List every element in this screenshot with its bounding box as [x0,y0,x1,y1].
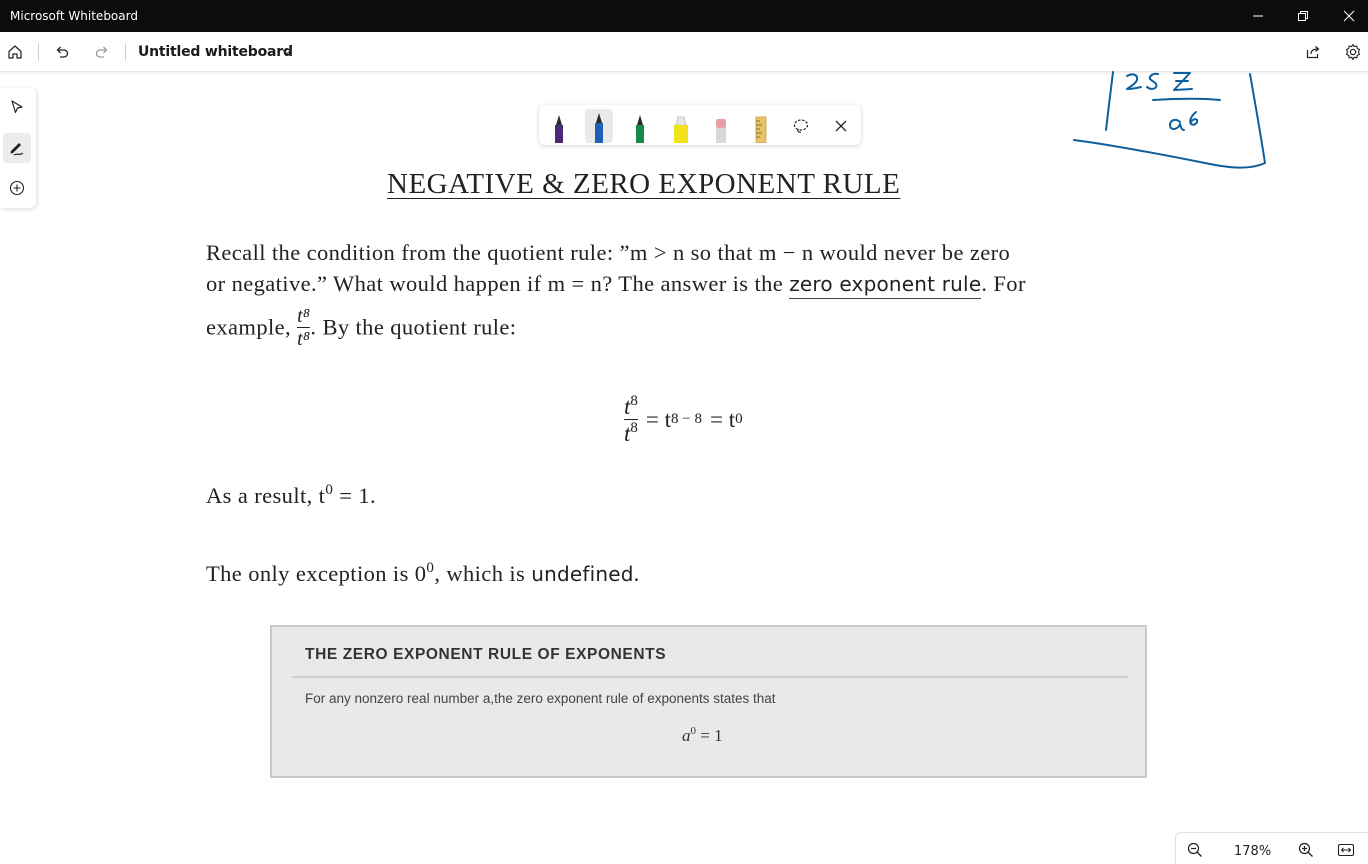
line3-end: . By the quotient rule: [310,314,517,340]
eq-denominator-exp: 8 [630,420,638,436]
quotient-equation: t8 t8 = t8 − 8 = t0 [624,394,743,445]
green-pen-icon [636,115,644,143]
line3-text: example, [206,314,292,340]
close-icon [835,120,847,132]
undefined-term: undefined [531,562,634,586]
rule-eq-base: a [682,726,691,745]
ruler-button[interactable] [747,109,775,143]
lasso-icon [793,119,809,133]
ink-annotation[interactable] [1060,68,1275,178]
rule-eq-rest: = 1 [696,726,723,745]
eraser-icon [716,119,726,143]
purple-pen-button[interactable] [545,109,573,143]
blue-pen-button[interactable] [585,109,613,143]
eq-middle-exp: 8 − 8 [671,411,702,427]
exception-text: The only exception is 0 [206,561,427,586]
zero-exponent-rule-term: zero exponent rule [789,272,982,299]
fraction-denominator: t⁸ [297,328,311,350]
eraser-button[interactable] [707,109,735,143]
inline-fraction: t⁸ t⁸ [297,305,311,350]
exception-end: . [633,561,640,586]
green-pen-button[interactable] [626,109,654,143]
eq-end: = t [709,406,736,432]
rule-box-equation: a0 = 1 [682,725,723,746]
eq-end-exp: 0 [735,411,743,427]
pen-toolbar [539,105,861,145]
rule-box-divider [292,676,1128,678]
result-line: As a result, t0 = 1. [206,482,376,509]
zoom-in-button[interactable] [1297,841,1315,859]
result-text: As a result, t [206,483,326,508]
eq-numerator-exp: 8 [630,393,638,409]
page-heading: NEGATIVE & ZERO EXPONENT RULE [387,168,901,200]
highlighter-icon [674,116,688,143]
result-end: = 1. [333,483,377,508]
rule-box: THE ZERO EXPONENT RULE OF EXPONENTS For … [270,625,1147,778]
zoom-bar: 178% [1175,832,1368,864]
zoom-out-button[interactable] [1186,841,1204,859]
rule-box-text: For any nonzero real number a,the zero e… [305,691,776,706]
lasso-button[interactable] [787,109,815,143]
paragraph-line-1: Recall the condition from the quotient r… [206,240,1011,265]
highlighter-button[interactable] [667,109,695,143]
exception-line: The only exception is 00, which is undef… [206,560,640,587]
fit-width-button[interactable] [1337,841,1355,859]
exception-mid: , which is [434,561,526,586]
close-toolbar-button[interactable] [827,109,855,143]
eq-middle: = t [645,406,672,432]
paragraph-line-2: or negative.” What would happen if m = n… [206,271,1026,299]
zoom-in-icon [1298,842,1313,857]
zoom-out-icon [1187,842,1202,857]
line2-end: . For [981,271,1026,296]
zoom-level[interactable]: 178% [1234,844,1271,859]
blue-pen-icon [595,113,603,143]
rule-box-title: THE ZERO EXPONENT RULE OF EXPONENTS [305,646,667,663]
ruler-icon [755,116,767,143]
fit-width-icon [1337,843,1355,857]
equation-fraction: t8 t8 [624,394,638,445]
purple-pen-icon [555,115,563,143]
line2-text: or negative.” What would happen if m = n… [206,271,784,296]
fraction-numerator: t⁸ [297,305,311,327]
paragraph-line-3: example, t⁸ t⁸ . By the quotient rule: [206,306,516,349]
